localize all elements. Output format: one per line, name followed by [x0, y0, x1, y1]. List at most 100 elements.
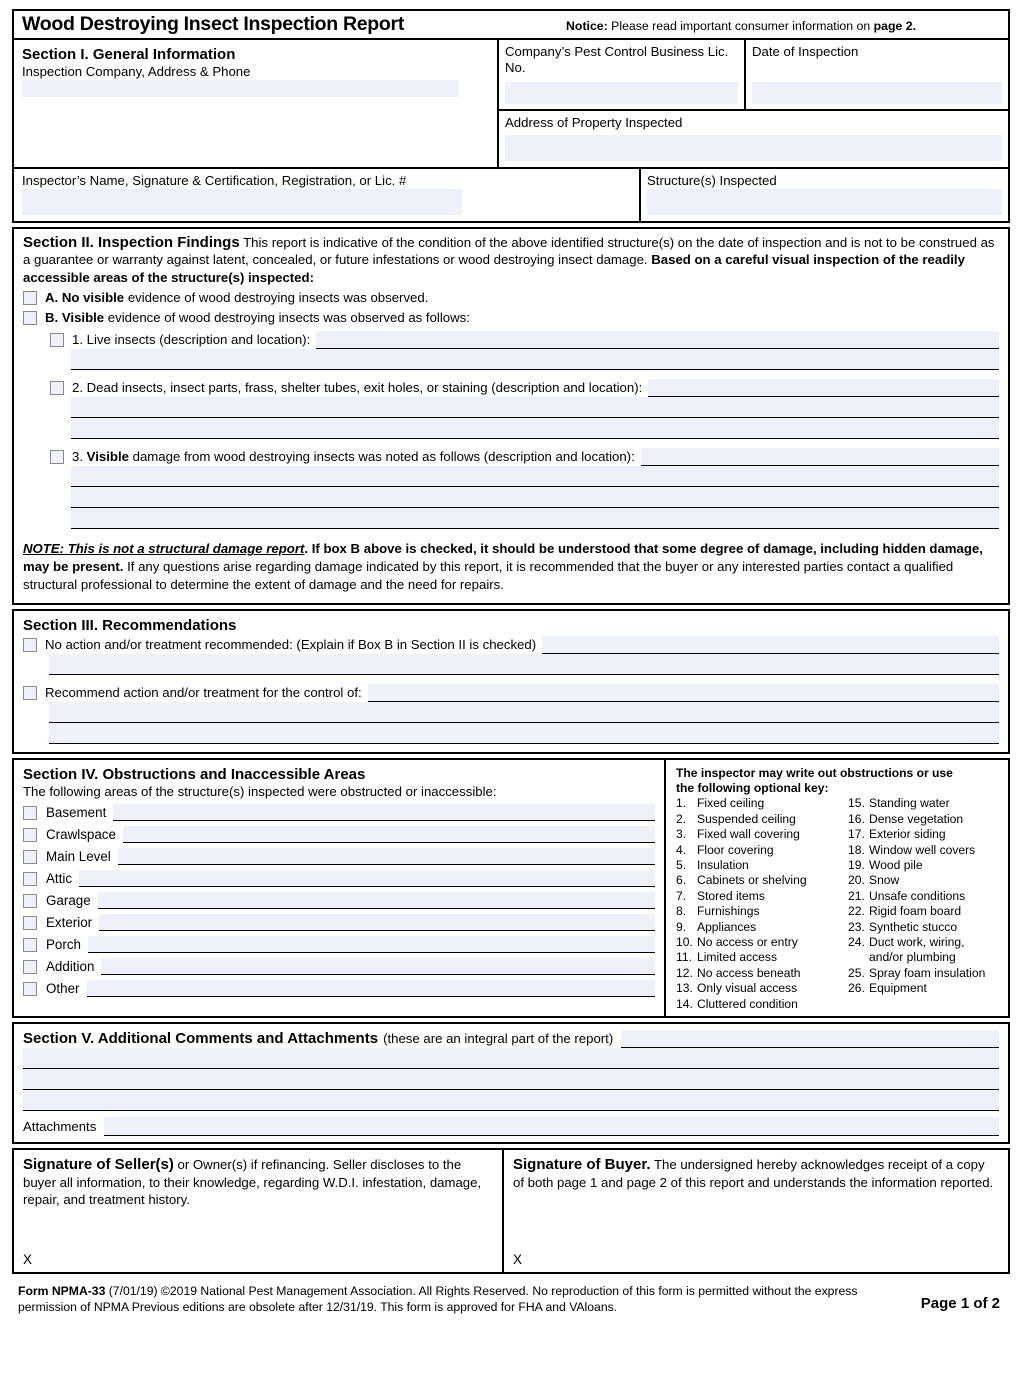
key-text: Window well covers	[869, 842, 976, 857]
obstruction-row[interactable]: Main Level	[23, 846, 655, 866]
checkbox-main-level[interactable]	[23, 850, 37, 865]
attachments-row: Attachments	[23, 1117, 999, 1137]
finding-a-row[interactable]: A. No visible evidence of wood destroyin…	[23, 289, 999, 306]
obstruction-label: Addition	[46, 958, 95, 974]
key-text: Unsafe conditions	[869, 888, 966, 903]
obstruction-row[interactable]: Basement	[23, 802, 655, 822]
key-text: Spray foam insulation	[869, 965, 986, 980]
obstruction-row[interactable]: Other	[23, 978, 655, 998]
inspector-block: Inspector’s Name, Signature & Certificat…	[14, 169, 641, 221]
checkbox-finding-a[interactable]	[23, 291, 37, 306]
checkbox-crawlspace[interactable]	[23, 828, 37, 843]
visible-damage-line-4[interactable]	[71, 508, 999, 530]
checkbox-visible-damage[interactable]	[50, 450, 64, 465]
no-action-label: No action and/or treatment recommended: …	[45, 637, 537, 653]
obstruction-row[interactable]: Attic	[23, 868, 655, 888]
dead-insects-input[interactable]	[648, 379, 999, 398]
inspector-input[interactable]	[22, 189, 462, 215]
checkbox-finding-b[interactable]	[23, 311, 37, 326]
notice-label: Notice:	[566, 19, 608, 33]
license-input[interactable]	[505, 82, 738, 104]
attachments-label: Attachments	[23, 1119, 97, 1135]
finding-b3-row[interactable]: 3. Visible damage from wood destroying i…	[50, 448, 999, 467]
key-number: 20.	[848, 873, 865, 888]
basement-input[interactable]	[113, 803, 655, 821]
obstruction-row[interactable]: Garage	[23, 890, 655, 910]
attachments-input[interactable]	[104, 1117, 999, 1137]
no-action-extra-lines	[49, 654, 999, 676]
obstruction-row[interactable]: Crawlspace	[23, 824, 655, 844]
obstruction-row[interactable]: Addition	[23, 956, 655, 976]
structure-block: Structure(s) Inspected	[641, 169, 1008, 221]
visible-damage-line-3[interactable]	[71, 487, 999, 509]
property-address-input[interactable]	[505, 135, 1002, 161]
checkbox-dead-insects[interactable]	[50, 381, 64, 396]
checkbox-recommend-action[interactable]	[23, 686, 37, 701]
notice-page-ref: page 2.	[873, 19, 916, 33]
visible-damage-line-2[interactable]	[71, 466, 999, 488]
recommendation-action-row[interactable]: Recommend action and/or treatment for th…	[23, 684, 999, 703]
addition-input[interactable]	[101, 957, 655, 975]
key-number: 1.	[676, 796, 687, 811]
checkbox-attic[interactable]	[23, 872, 37, 887]
obstruction-row[interactable]: Exterior	[23, 912, 655, 932]
comments-input-line-3[interactable]	[23, 1069, 999, 1091]
section-four-row: Section IV. Obstructions and Inaccessibl…	[14, 760, 1008, 1017]
key-text: Equipment	[869, 981, 927, 996]
checkbox-addition[interactable]	[23, 960, 37, 975]
no-action-input[interactable]	[542, 636, 999, 655]
key-text: Suspended ceiling	[697, 811, 796, 826]
other-input[interactable]	[86, 979, 655, 997]
crawlspace-input[interactable]	[122, 825, 655, 843]
visible-damage-input[interactable]	[640, 448, 999, 467]
section-four-heading: Section IV. Obstructions and Inaccessibl…	[23, 766, 366, 784]
obstruction-label: Crawlspace	[46, 826, 116, 842]
live-insects-input[interactable]	[316, 331, 999, 350]
key-item: 16. Dense vegetation	[848, 812, 985, 827]
exterior-input[interactable]	[99, 913, 655, 931]
obstruction-row[interactable]: Porch	[23, 934, 655, 954]
dead-insects-line-2[interactable]	[71, 397, 999, 419]
comments-input-line-1[interactable]	[621, 1030, 999, 1049]
key-text: Cluttered condition	[697, 996, 798, 1011]
finding-b1-row[interactable]: 1. Live insects (description and locatio…	[50, 331, 999, 350]
attic-input[interactable]	[79, 869, 655, 887]
key-number: 6.	[676, 873, 687, 888]
comments-input-line-2[interactable]	[23, 1048, 999, 1070]
checkbox-live-insects[interactable]	[50, 333, 64, 348]
company-input[interactable]	[22, 80, 459, 97]
recommend-action-line-2[interactable]	[49, 702, 999, 724]
visible-damage-rest: damage from wood destroying insects was …	[128, 449, 635, 465]
checkbox-basement[interactable]	[23, 806, 37, 821]
key-item: 14. Cluttered condition	[676, 997, 848, 1012]
checkbox-other[interactable]	[23, 982, 37, 997]
key-number: 4.	[676, 842, 687, 857]
finding-a-bold: A. No visible	[45, 290, 125, 306]
finding-b2-row[interactable]: 2. Dead insects, insect parts, frass, sh…	[50, 379, 999, 398]
key-text: Insulation	[697, 858, 749, 873]
property-address-label: Address of Property Inspected	[505, 115, 683, 130]
live-insects-line-2[interactable]	[71, 349, 999, 371]
recommend-action-input[interactable]	[367, 684, 999, 703]
finding-b-row[interactable]: B. Visible evidence of wood destroying i…	[23, 309, 999, 326]
property-address-block: Address of Property Inspected	[499, 111, 1008, 167]
recommendation-no-action-row[interactable]: No action and/or treatment recommended: …	[23, 636, 999, 655]
recommend-action-line-3[interactable]	[49, 723, 999, 745]
main-level-input[interactable]	[117, 847, 655, 865]
checkbox-porch[interactable]	[23, 938, 37, 953]
dead-insects-line-3[interactable]	[71, 418, 999, 440]
date-input[interactable]	[752, 82, 1002, 104]
structure-input[interactable]	[647, 189, 1002, 215]
note-rest: If any questions arise regarding damage …	[23, 559, 954, 593]
seller-signature-mark[interactable]: X	[23, 1252, 32, 1267]
buyer-signature-mark[interactable]: X	[513, 1252, 522, 1267]
dead-insects-label: 2. Dead insects, insect parts, frass, sh…	[72, 380, 643, 396]
checkbox-no-action[interactable]	[23, 638, 37, 653]
garage-input[interactable]	[97, 891, 655, 909]
checkbox-exterior[interactable]	[23, 916, 37, 931]
porch-input[interactable]	[87, 935, 655, 953]
no-action-line-2[interactable]	[49, 654, 999, 676]
checkbox-garage[interactable]	[23, 894, 37, 909]
key-title-line-2: the following optional key:	[676, 780, 829, 795]
comments-input-line-4[interactable]	[23, 1090, 999, 1112]
